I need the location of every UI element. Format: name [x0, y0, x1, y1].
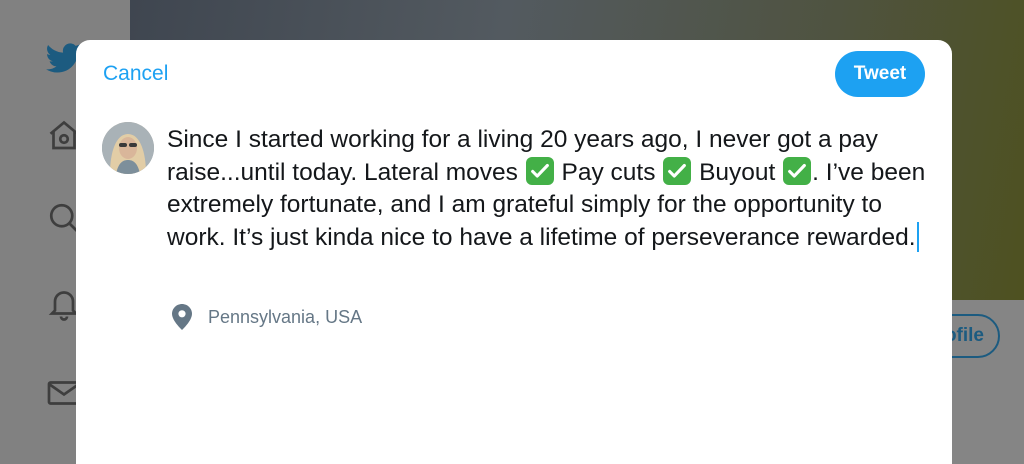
tweet-button[interactable]: Tweet [835, 51, 925, 97]
tweet-text-segment: Pay cuts [554, 158, 663, 186]
check-mark-icon [663, 156, 692, 185]
location-pin-icon [172, 304, 192, 330]
compose-tweet-modal: Cancel Tweet Since I started working for… [76, 40, 952, 464]
tweet-text-input[interactable]: Since I started working for a living 20 … [167, 124, 927, 254]
check-mark-icon [525, 156, 554, 185]
tweet-text-segment: Buyout [692, 158, 783, 186]
text-cursor [916, 221, 919, 252]
location-tag[interactable]: Pennsylvania, USA [172, 304, 362, 330]
avatar[interactable] [102, 122, 154, 174]
check-mark-icon [783, 156, 812, 185]
cancel-button[interactable]: Cancel [103, 60, 168, 88]
location-label: Pennsylvania, USA [208, 306, 363, 327]
